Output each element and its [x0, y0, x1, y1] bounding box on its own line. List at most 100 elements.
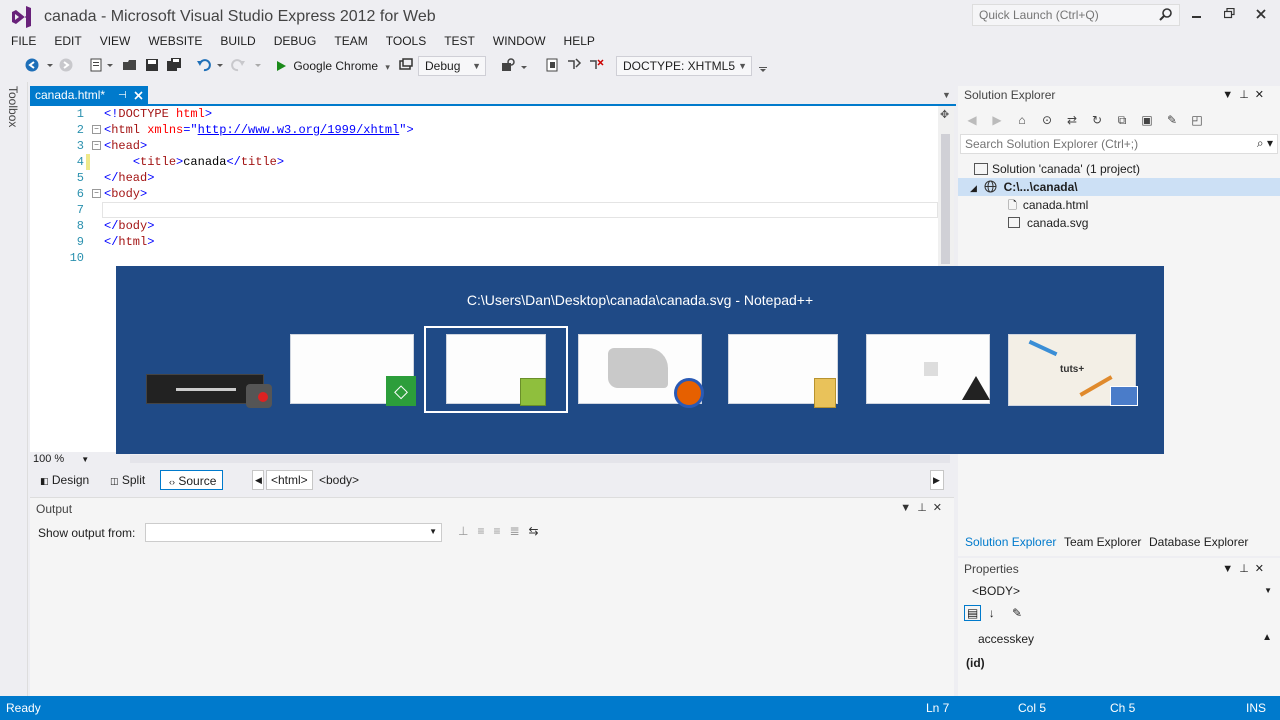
open-file-icon[interactable] — [122, 57, 138, 73]
property-scroll-up-icon[interactable]: ▲ — [1262, 632, 1272, 643]
tree-file-canada-svg[interactable]: canada.svg — [958, 214, 1280, 232]
property-pages-icon[interactable]: ✎ — [1012, 606, 1022, 620]
menu-file[interactable]: FILE — [0, 32, 43, 50]
menu-help[interactable]: HELP — [553, 32, 602, 50]
pin-icon[interactable]: ⊥ — [1239, 563, 1255, 575]
redo-dropdown-icon[interactable] — [254, 57, 262, 73]
find-dropdown-icon[interactable] — [520, 57, 528, 73]
split-editor-icon[interactable]: ✥ — [940, 108, 949, 121]
find-message-icon[interactable]: ⊥ — [458, 524, 477, 538]
code-line[interactable]: 9 </html> — [30, 234, 940, 250]
sync-icon[interactable]: ⇄ — [1064, 113, 1080, 129]
search-icon[interactable]: ⌕ ▾ — [1257, 136, 1273, 151]
prev-bookmark-icon[interactable] — [566, 57, 582, 73]
restore-button[interactable] — [1220, 6, 1238, 24]
solution-search-box[interactable]: ⌕ ▾ — [960, 134, 1278, 154]
tab-canada-html[interactable]: canada.html* ⊣ — [30, 86, 148, 105]
breadcrumb-html[interactable]: <html> — [266, 470, 313, 490]
code-lines[interactable]: 1 <!DOCTYPE html> 2− <html xmlns="http://ww… — [30, 106, 940, 266]
output-source-select[interactable]: ▼ — [145, 523, 442, 542]
categorized-icon[interactable]: ▤ — [964, 605, 982, 621]
menu-edit[interactable]: EDIT — [43, 32, 88, 50]
window-thumb-firefox[interactable] — [578, 334, 704, 408]
browser-link-icon[interactable] — [398, 57, 414, 73]
breadcrumb-next-button[interactable]: ▶ — [930, 470, 944, 490]
clear-bookmarks-icon[interactable] — [588, 57, 604, 73]
tree-file-canada-html[interactable]: 🗋 canada.html — [958, 196, 1280, 214]
run-button[interactable]: Google Chrome ▾ — [274, 56, 390, 76]
preview-icon[interactable]: ◰ — [1189, 113, 1205, 129]
fold-toggle-icon[interactable]: − — [92, 189, 101, 198]
document-outline-icon[interactable] — [544, 57, 560, 73]
code-line[interactable]: 6− <body> — [30, 186, 940, 202]
quick-launch-box[interactable] — [972, 4, 1180, 26]
properties-icon[interactable]: ✎ — [1164, 113, 1180, 129]
search-icon[interactable] — [1159, 7, 1173, 21]
show-all-files-icon[interactable]: ▣ — [1139, 113, 1155, 129]
horizontal-scrollbar[interactable] — [130, 455, 950, 463]
menu-team[interactable]: TEAM — [323, 32, 374, 50]
scroll-thumb[interactable] — [941, 134, 950, 264]
code-line[interactable]: 3− <head> — [30, 138, 940, 154]
toolbox-tab[interactable]: Toolbox — [6, 86, 20, 127]
dropdown-icon[interactable]: ▼ — [1222, 563, 1239, 575]
window-thumb-media-player[interactable] — [146, 372, 272, 408]
properties-object-select[interactable]: <BODY> ▼ — [964, 582, 1276, 600]
line-content[interactable]: </body> — [104, 218, 154, 234]
tree-solution[interactable]: Solution 'canada' (1 project) — [958, 160, 1280, 178]
toolbar-overflow-icon[interactable] — [758, 57, 768, 73]
source-view-button[interactable]: ‹› Source — [160, 470, 224, 490]
close-tab-button[interactable] — [134, 86, 143, 105]
undo-icon[interactable] — [196, 57, 212, 73]
pending-changes-icon[interactable]: ⊙ — [1039, 113, 1055, 129]
prev-message-icon[interactable]: ≡ — [477, 524, 493, 538]
dropdown-icon[interactable]: ▼ — [900, 502, 917, 514]
breadcrumb-prev-button[interactable]: ◀ — [252, 470, 264, 490]
code-line[interactable]: 7 — [30, 202, 940, 218]
line-content[interactable]: <title>canada</title> — [104, 154, 284, 170]
tab-database-explorer[interactable]: Database Explorer — [1149, 535, 1248, 549]
menu-website[interactable]: WEBSITE — [137, 32, 209, 50]
refresh-icon[interactable]: ↻ — [1089, 113, 1105, 129]
run-dropdown-icon[interactable]: ▾ — [385, 62, 390, 72]
alphabetical-icon[interactable]: ↓ — [989, 606, 995, 620]
line-content[interactable]: <head> — [104, 138, 147, 154]
window-thumb-visual-studio[interactable]: ◇ — [290, 334, 416, 408]
window-thumb-inkscape[interactable] — [866, 334, 992, 408]
code-line[interactable]: 2− <html xmlns="http://www.w3.org/1999/xh… — [30, 122, 940, 138]
window-thumb-file-explorer[interactable] — [728, 334, 840, 408]
line-content[interactable]: <!DOCTYPE html> — [104, 106, 212, 122]
pin-icon[interactable]: ⊣ — [118, 86, 127, 105]
back-dropdown-icon[interactable] — [46, 57, 54, 73]
close-window-button[interactable] — [1252, 6, 1270, 24]
menu-test[interactable]: TEST — [433, 32, 482, 50]
minimize-button[interactable] — [1188, 6, 1206, 24]
zoom-level[interactable]: 100 % ▼ — [33, 452, 89, 467]
doctype-select[interactable]: DOCTYPE: XHTML5 ▼ — [616, 56, 752, 76]
clear-all-icon[interactable]: ≣ — [509, 524, 528, 538]
window-thumb-desktop[interactable]: tuts+ — [1008, 334, 1140, 410]
close-icon[interactable]: ✕ — [1255, 563, 1270, 575]
new-project-icon[interactable] — [88, 57, 104, 73]
menu-tools[interactable]: TOOLS — [375, 32, 433, 50]
code-line[interactable]: 4 <title>canada</title> — [30, 154, 940, 170]
save-all-icon[interactable] — [166, 57, 182, 73]
close-icon[interactable]: ✕ — [1255, 89, 1270, 101]
line-content[interactable]: </head> — [104, 170, 154, 186]
undo-dropdown-icon[interactable] — [216, 57, 224, 73]
collapse-all-icon[interactable]: ⧉ — [1114, 113, 1130, 129]
fold-toggle-icon[interactable]: − — [92, 141, 101, 150]
menu-view[interactable]: VIEW — [89, 32, 138, 50]
pin-icon[interactable]: ⊥ — [917, 502, 933, 514]
forward-icon[interactable]: ▶ — [989, 113, 1005, 129]
design-view-button[interactable]: ◧ Design — [32, 470, 95, 490]
save-icon[interactable] — [144, 57, 160, 73]
pin-icon[interactable]: ⊥ — [1239, 89, 1255, 101]
tab-solution-explorer[interactable]: Solution Explorer — [965, 535, 1056, 549]
line-content[interactable]: </html> — [104, 234, 154, 250]
code-line[interactable]: 8 </body> — [30, 218, 940, 234]
redo-icon[interactable] — [230, 57, 246, 73]
line-content[interactable]: <body> — [104, 186, 147, 202]
find-in-files-icon[interactable] — [500, 57, 516, 73]
tab-team-explorer[interactable]: Team Explorer — [1064, 535, 1141, 549]
